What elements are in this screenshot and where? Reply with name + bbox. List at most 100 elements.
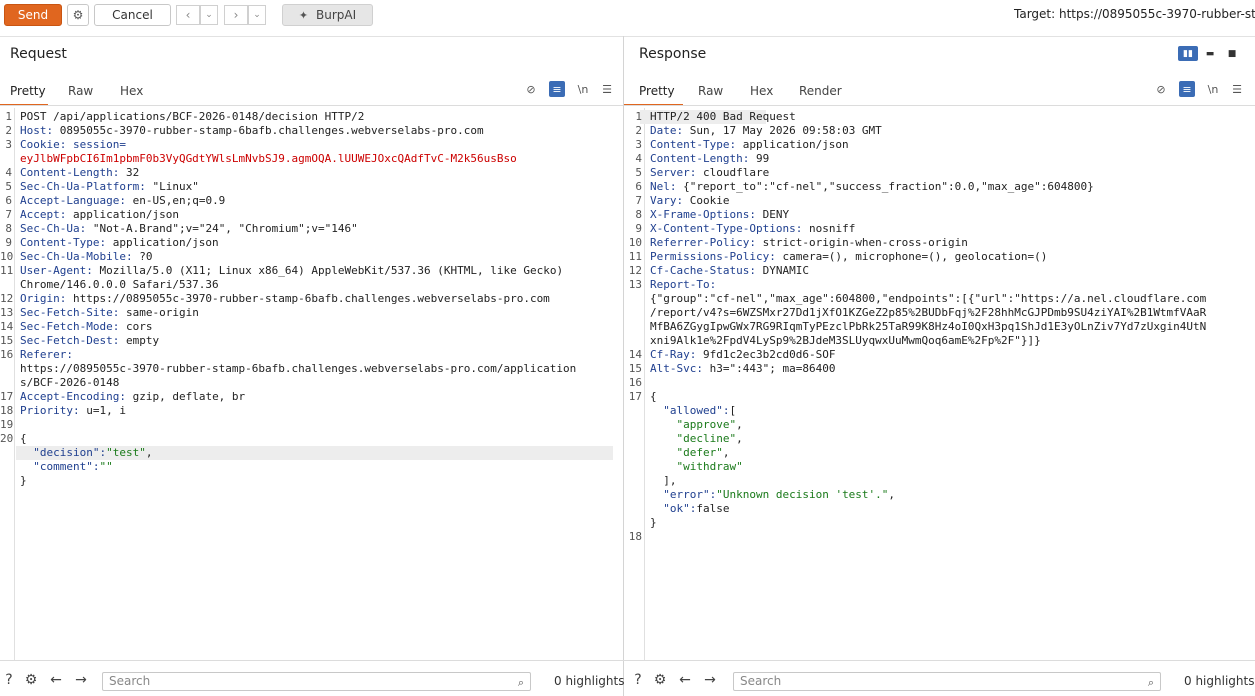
gear-icon[interactable]: ⚙ — [67, 4, 89, 26]
tab-raw[interactable]: Raw — [698, 78, 723, 106]
json-string: "decline" — [650, 432, 737, 445]
tab-pretty[interactable]: Pretty — [624, 78, 683, 106]
code-line: "withdraw" — [650, 460, 742, 473]
request-editor[interactable]: 1 POST /api/applications/BCF-2026-0148/de… — [0, 108, 623, 660]
code-value: {"group":"cf-nel","max_age":604800,"endp… — [650, 292, 1207, 305]
line-number: 15 — [628, 362, 642, 375]
help-icon[interactable]: ? — [629, 671, 647, 689]
code-key: Accept: — [20, 208, 73, 221]
code-value: xni9Alk1e%2FpdV4LySp9%2BJdeM3SLUyqwxUuMw… — [650, 334, 1041, 347]
code-value: "Linux" — [152, 180, 199, 193]
tab-pretty[interactable]: Pretty — [0, 78, 48, 106]
line-number: 12 — [628, 264, 642, 277]
code-value: camera=(), microphone=(), geolocation=() — [782, 250, 1048, 263]
line-number: 2 — [5, 124, 12, 137]
line-number: 5 — [5, 180, 12, 193]
line-number: 18 — [628, 530, 642, 543]
code-line: { — [20, 432, 27, 445]
newline-icon[interactable]: \n — [1205, 81, 1221, 97]
code-value: s/BCF-2026-0148 — [20, 376, 120, 389]
chevron-right-icon[interactable]: › — [224, 5, 248, 25]
code-key: Permissions-Policy: — [650, 250, 783, 263]
layout-split-icon[interactable]: ▮▮ — [1178, 46, 1198, 61]
burp-ai-label: BurpAI — [316, 8, 357, 22]
code-value: MfBA6ZGygIpwGWx7RG9RIqmTyPEzclPbRk25TaR9… — [650, 320, 1207, 333]
gear-icon[interactable]: ⚙ — [22, 671, 40, 689]
layout-single-icon[interactable]: ■ — [1222, 46, 1242, 61]
layout-horizontal-icon[interactable]: ▬ — [1200, 46, 1220, 61]
code-line: Sec-Ch-Ua-Mobile: ?0 — [20, 250, 152, 263]
cancel-button[interactable]: Cancel — [94, 4, 171, 26]
code-line: Content-Type: application/json — [20, 236, 219, 249]
code-line: "defer", — [650, 446, 729, 459]
tab-raw[interactable]: Raw — [68, 78, 93, 106]
code-line: "comment":"" — [20, 460, 113, 473]
menu-icon[interactable]: ☰ — [1229, 81, 1245, 97]
code-line: "error":"Unknown decision 'test'.", — [650, 488, 895, 501]
highlights-count: 0 highlights — [1184, 674, 1255, 688]
line-number: 20 — [0, 432, 14, 445]
search-input[interactable]: Search ⌕ — [102, 672, 531, 691]
code-value: gzip, deflate, br — [132, 390, 246, 403]
wrap-lines-icon[interactable]: ≡ — [1179, 81, 1195, 97]
code-line: ], — [650, 474, 677, 487]
code-key: "error": — [650, 488, 717, 501]
code-line: } — [20, 474, 27, 487]
line-number: 8 — [635, 208, 642, 221]
newline-icon[interactable]: \n — [575, 81, 591, 97]
line-number: 1 — [5, 110, 12, 123]
code-line: Referer: — [20, 348, 73, 361]
search-input[interactable]: Search ⌕ — [733, 672, 1161, 691]
arrow-right-icon[interactable]: → — [72, 671, 90, 689]
code-key: Server: — [650, 166, 703, 179]
tab-render[interactable]: Render — [799, 78, 842, 106]
wrap-lines-icon[interactable]: ≡ — [549, 81, 565, 97]
code-line: Accept-Encoding: gzip, deflate, br — [20, 390, 245, 403]
chevron-down-icon[interactable]: ⌄ — [248, 5, 266, 25]
code-line: Cookie: session= — [20, 138, 126, 151]
eye-off-icon[interactable]: ⊘ — [1153, 81, 1169, 97]
json-string: "Unknown decision 'test'." — [716, 488, 889, 501]
code-value: empty — [125, 334, 160, 347]
code-value: ], — [650, 474, 677, 487]
code-value: https://0895055c-3970-rubber-stamp-6bafb… — [72, 292, 550, 305]
menu-icon[interactable]: ☰ — [599, 81, 615, 97]
code-value: false — [696, 502, 730, 515]
code-value: } — [20, 474, 27, 487]
code-key: Sec-Ch-Ua-Platform: — [20, 180, 153, 193]
line-number: 16 — [628, 376, 642, 389]
code-key: Referer: — [20, 348, 73, 361]
code-line: MfBA6ZGygIpwGWx7RG9RIqmTyPEzclPbRk25TaR9… — [650, 320, 1206, 333]
line-number: 4 — [5, 166, 12, 179]
code-key: Priority: — [20, 404, 87, 417]
chevron-left-icon[interactable]: ‹ — [176, 5, 200, 25]
code-value: , — [722, 446, 730, 459]
arrow-left-icon[interactable]: ← — [676, 671, 694, 689]
target-url[interactable]: Target: https://0895055c-3970-rubber-sta… — [1014, 7, 1255, 21]
send-button[interactable]: Send — [4, 4, 62, 26]
chevron-down-icon[interactable]: ⌄ — [200, 5, 218, 25]
code-value: {"report_to":"cf-nel","success_fraction"… — [683, 180, 1094, 193]
gear-icon[interactable]: ⚙ — [651, 671, 669, 689]
tab-hex[interactable]: Hex — [750, 78, 773, 106]
code-key: Content-Type: — [650, 138, 743, 151]
code-value: strict-origin-when-cross-origin — [762, 236, 968, 249]
code-value: ?0 — [139, 250, 153, 263]
cookie-value: eyJlbWFpbCI6Im1pbmF0b3VyQGdtYWlsLmNvbSJ9… — [20, 152, 517, 165]
footer: ? ⚙ ← → Search ⌕ 0 highlights ? ⚙ ← → Se… — [0, 666, 1255, 696]
arrow-right-icon[interactable]: → — [701, 671, 719, 689]
arrow-left-icon[interactable]: ← — [47, 671, 65, 689]
response-editor[interactable]: 1 HTTP/2 400 Bad Request 2 Date: Sun, 17 Ma… — [624, 108, 1255, 660]
code-key: Sec-Fetch-Mode: — [20, 320, 126, 333]
burp-ai-button[interactable]: ✦ BurpAI — [282, 4, 373, 26]
eye-off-icon[interactable]: ⊘ — [523, 81, 539, 97]
code-value: 9fd1c2ec3b2cd0d6-SOF — [702, 348, 836, 361]
help-icon[interactable]: ? — [0, 671, 18, 689]
code-line: "ok":false — [650, 502, 729, 515]
tab-hex[interactable]: Hex — [120, 78, 143, 106]
code-line: Accept: application/json — [20, 208, 179, 221]
code-line: Referrer-Policy: strict-origin-when-cros… — [650, 236, 968, 249]
line-number: 13 — [0, 306, 14, 319]
sparkle-icon: ✦ — [298, 8, 309, 22]
code-line: {"group":"cf-nel","max_age":604800,"endp… — [650, 292, 1206, 305]
